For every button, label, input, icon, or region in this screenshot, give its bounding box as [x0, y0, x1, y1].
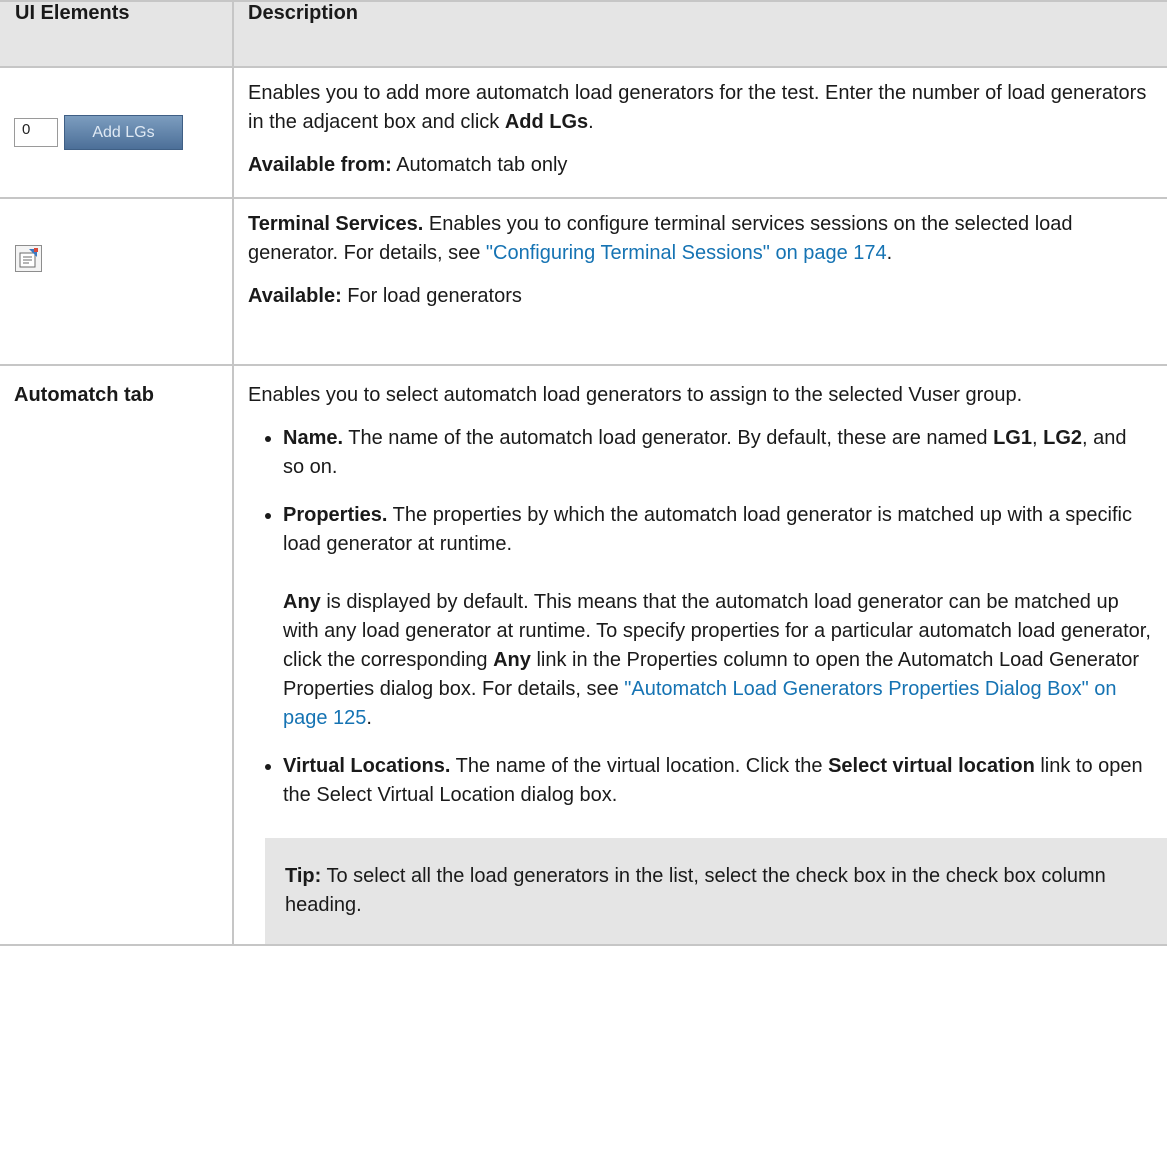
availability-text: Available from: Automatch tab only	[248, 154, 568, 176]
description-cell: Terminal Services. Enables you to config…	[232, 197, 1167, 366]
list-item: Properties. The properties by which the …	[265, 501, 1153, 733]
table-row: Terminal Services. Enables you to config…	[0, 197, 1167, 366]
add-lgs-button[interactable]: Add LGs	[64, 115, 183, 150]
column-header-description: Description	[232, 0, 1167, 68]
ui-elements-table: UI Elements Description 0 Add LGs Enable…	[0, 0, 1167, 946]
terminal-services-icon[interactable]	[15, 245, 42, 272]
automatch-intro: Enables you to select automatch load gen…	[248, 384, 1023, 406]
tip-box: Tip: To select all the load generators i…	[265, 838, 1167, 944]
description-cell: Enables you to add more automatch load g…	[232, 66, 1167, 199]
lg-count-input[interactable]: 0	[14, 118, 58, 147]
table-header-row: UI Elements Description	[0, 0, 1167, 68]
description-text: Terminal Services. Enables you to config…	[248, 213, 1073, 264]
description-cell: Enables you to select automatch load gen…	[232, 364, 1167, 946]
column-header-ui-elements: UI Elements	[0, 0, 234, 68]
automatch-bullet-list: Name. The name of the automatch load gen…	[248, 424, 1153, 810]
list-item: Virtual Locations. The name of the virtu…	[265, 752, 1153, 810]
availability-text: Available: For load generators	[248, 285, 522, 307]
ui-element-cell	[0, 197, 234, 366]
table-row: 0 Add LGs Enables you to add more automa…	[0, 66, 1167, 199]
ui-element-cell: 0 Add LGs	[0, 66, 234, 199]
ui-element-cell: Automatch tab	[0, 364, 234, 946]
automatch-tab-label: Automatch tab	[14, 384, 154, 406]
list-item: Name. The name of the automatch load gen…	[265, 424, 1153, 482]
description-text: Enables you to add more automatch load g…	[248, 82, 1147, 133]
table-row: Automatch tab Enables you to select auto…	[0, 364, 1167, 946]
configuring-terminal-sessions-link[interactable]: "Configuring Terminal Sessions" on page …	[486, 242, 887, 264]
add-lgs-control: 0 Add LGs	[14, 115, 232, 150]
